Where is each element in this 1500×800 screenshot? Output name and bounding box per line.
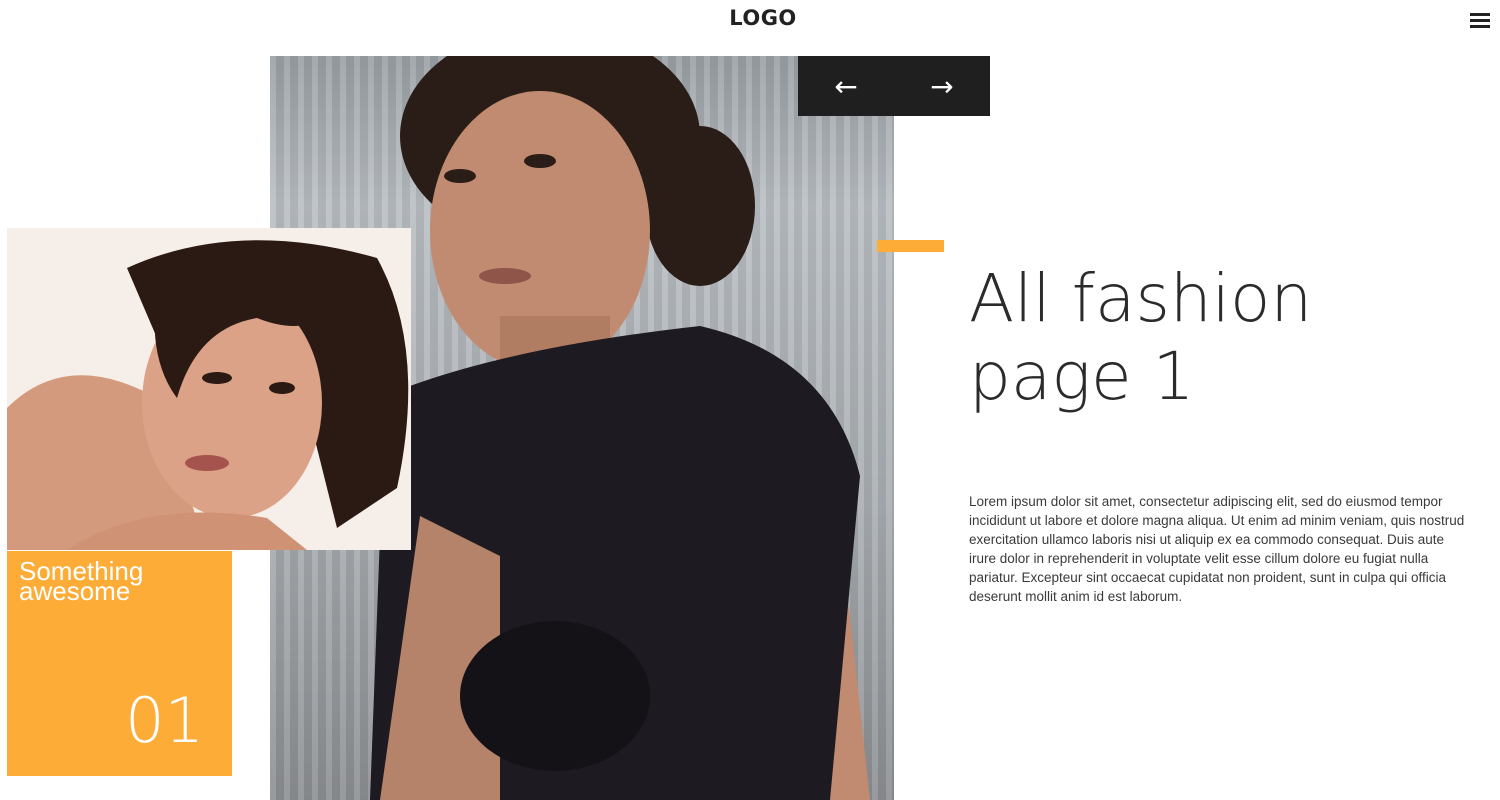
- logo[interactable]: LOGO: [0, 6, 1500, 30]
- portrait-image: [7, 228, 411, 550]
- slider-nav: ← →: [798, 56, 990, 116]
- page: LOGO ← → All fashion page 1 Lorem ipsum …: [0, 0, 1500, 800]
- accent-bar: [877, 240, 944, 252]
- card-label: Something awesome: [19, 556, 144, 606]
- next-arrow-icon[interactable]: →: [894, 56, 990, 116]
- hamburger-menu-icon[interactable]: [1470, 13, 1490, 31]
- feature-card[interactable]: Something awesome 01: [7, 551, 232, 776]
- hero-description: Lorem ipsum dolor sit amet, consectetur …: [969, 494, 1465, 604]
- card-number: 01: [125, 684, 204, 757]
- prev-arrow-icon[interactable]: ←: [798, 56, 894, 116]
- page-title: All fashion page 1: [969, 260, 1313, 415]
